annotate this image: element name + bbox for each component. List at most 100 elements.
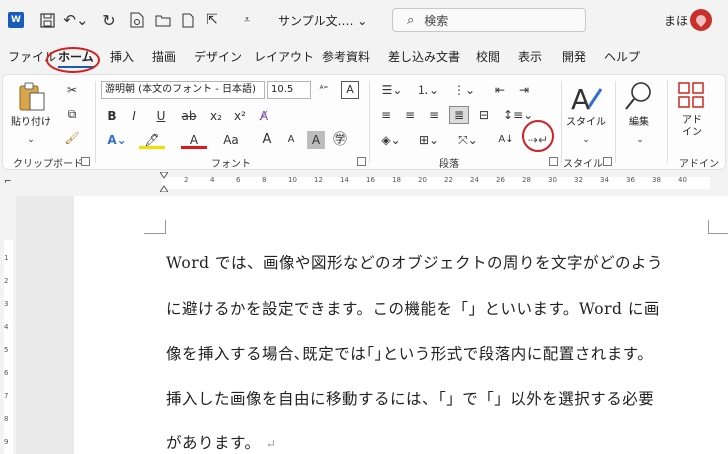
new-document-icon[interactable] xyxy=(180,11,196,29)
ruler-number: 32 xyxy=(574,176,583,184)
superscript-button[interactable]: x² xyxy=(231,107,249,125)
font-group-label: フォント xyxy=(211,159,251,170)
editing-icon[interactable] xyxy=(623,79,655,113)
styles-launcher-icon[interactable] xyxy=(603,157,612,166)
tab-insert[interactable]: 挿入 xyxy=(110,48,134,65)
paste-dropdown-icon[interactable]: ⌄ xyxy=(21,131,41,149)
enclose-char-icon[interactable]: ㊫ xyxy=(331,131,349,149)
tab-mailings[interactable]: 差し込み文書 xyxy=(388,48,460,65)
paragraph-launcher-icon[interactable] xyxy=(549,157,558,166)
bold-button[interactable]: B xyxy=(105,107,119,125)
print-preview-icon[interactable] xyxy=(128,11,146,29)
shading-icon[interactable]: ◈⌄ xyxy=(377,131,405,149)
italic-button[interactable]: I xyxy=(127,107,141,125)
body-line-2[interactable]: に避けるかを設定できます。この機能を「」といいます。Word に画 xyxy=(166,297,660,319)
strikethrough-button[interactable]: ab xyxy=(179,107,199,125)
addins-label[interactable]: アド イン xyxy=(679,115,705,139)
font-size-select[interactable]: 10.5 xyxy=(267,81,311,99)
clipboard-group-label: クリップボード xyxy=(13,159,83,170)
shrink-font-button[interactable]: A xyxy=(283,131,299,149)
change-case-button[interactable]: Aa xyxy=(217,131,245,149)
tab-draw[interactable]: 描画 xyxy=(152,48,176,65)
increase-indent-icon[interactable]: ⇥ xyxy=(515,81,533,99)
text-effects-icon[interactable]: A⌄ xyxy=(103,131,131,149)
tab-selector-icon[interactable]: ⌐ xyxy=(4,177,12,187)
tab-file[interactable]: ファイル xyxy=(8,48,56,65)
editing-dropdown-icon[interactable]: ⌄ xyxy=(631,131,649,149)
styles-icon[interactable]: A xyxy=(569,81,603,116)
ruler-number: 22 xyxy=(444,176,453,184)
ruler-number: 18 xyxy=(392,176,401,184)
align-left-icon[interactable]: ≡ xyxy=(377,106,395,124)
clear-format-icon[interactable]: A̸ xyxy=(255,107,273,125)
char-shading-button[interactable]: A xyxy=(307,131,325,149)
font-color-button[interactable]: A xyxy=(181,131,207,149)
paste-icon[interactable] xyxy=(17,81,49,115)
select-cursor-icon[interactable]: ⇱ xyxy=(204,11,220,29)
styles-dropdown-icon[interactable]: ⌄ xyxy=(577,131,595,149)
vruler-number: 1 xyxy=(4,254,9,262)
addins-icon[interactable] xyxy=(677,81,707,111)
divider xyxy=(369,81,370,163)
distributed-icon[interactable]: ⊟ xyxy=(475,106,493,124)
tab-help[interactable]: ヘルプ xyxy=(604,48,640,65)
subscript-button[interactable]: x₂ xyxy=(207,107,225,125)
underline-button[interactable]: U xyxy=(149,107,173,125)
redo-icon[interactable]: ↻ xyxy=(100,11,118,30)
customize-toolbar-icon[interactable]: ⩡ xyxy=(240,11,254,29)
vertical-ruler[interactable]: 1 2 3 4 5 6 7 8 9 xyxy=(0,196,16,454)
grow-font-button[interactable]: A xyxy=(259,131,275,149)
tab-home[interactable]: ホーム xyxy=(58,48,94,68)
tab-developer[interactable]: 開発 xyxy=(562,48,586,65)
align-center-icon[interactable]: ≡ xyxy=(401,106,419,124)
tab-references[interactable]: 参考資料 xyxy=(322,48,370,65)
tab-review[interactable]: 校閲 xyxy=(476,48,500,65)
undo-icon[interactable]: ↶⌄ xyxy=(62,11,90,29)
char-border-icon[interactable]: A xyxy=(341,81,359,99)
body-line-1[interactable]: Word では、画像や図形などのオブジェクトの周りを文字がどのよう xyxy=(166,251,663,273)
format-painter-icon[interactable]: 🖌 xyxy=(63,129,81,147)
body-line-3[interactable]: 像を挿入する場合､既定では｢｣という形式で段落内に配置されます。 xyxy=(166,342,653,364)
align-right-icon[interactable]: ≡ xyxy=(425,106,443,124)
tab-view[interactable]: 表示 xyxy=(518,48,542,65)
horizontal-ruler[interactable]: ⌐ 2 4 6 8 10 12 14 16 18 20 22 24 26 28 30 32 34 36 38 40 xyxy=(0,171,728,193)
tab-layout[interactable]: レイアウト xyxy=(254,48,314,65)
vruler-number: 5 xyxy=(4,346,9,354)
justify-icon[interactable]: ≣ xyxy=(449,106,469,124)
search-placeholder: 検索 xyxy=(424,13,449,28)
save-icon[interactable] xyxy=(38,11,56,29)
ruler-number: 36 xyxy=(626,176,635,184)
clipboard-launcher-icon[interactable] xyxy=(81,157,90,166)
indent-marker-icon[interactable] xyxy=(159,171,169,193)
open-folder-icon[interactable] xyxy=(154,11,172,29)
cut-icon[interactable]: ✂ xyxy=(63,81,81,99)
document-page[interactable] xyxy=(74,196,728,454)
font-name-select[interactable]: 游明朝 (本文のフォント - 日本語) xyxy=(101,81,265,99)
body-line-4[interactable]: 挿入した画像を自由に移動するには、「」で「」以外を選択する必要 xyxy=(166,387,654,409)
multilevel-list-icon[interactable]: ⋮⌄ xyxy=(449,81,479,99)
copy-icon[interactable]: ⧉ xyxy=(63,105,81,123)
decrease-indent-icon[interactable]: ⇤ xyxy=(491,81,509,99)
paragraph-mark-icon: ↵ xyxy=(265,437,277,451)
numbering-icon[interactable]: ⒈⌄ xyxy=(413,81,443,99)
font-launcher-icon[interactable] xyxy=(357,157,366,166)
document-title[interactable]: サンプル文.… ⌄ xyxy=(278,12,367,29)
paste-label[interactable]: 貼り付け xyxy=(9,117,53,129)
bullets-icon[interactable]: ☰⌄ xyxy=(377,81,407,99)
asian-layout-icon[interactable]: ⤧⌄ xyxy=(453,131,483,149)
borders-icon[interactable]: ⊞⌄ xyxy=(415,131,443,149)
ruler-number: 24 xyxy=(470,176,479,184)
highlight-button[interactable]: 🖊 xyxy=(139,131,165,149)
user-name[interactable]: まほ xyxy=(664,12,688,29)
sort-icon[interactable]: A↓ xyxy=(497,131,515,149)
line-spacing-icon[interactable]: ↕≡⌄ xyxy=(503,106,533,124)
styles-label[interactable]: スタイル xyxy=(563,117,609,129)
body-line-5[interactable]: があります。 ↵ xyxy=(166,431,276,453)
editing-label[interactable]: 編集 xyxy=(621,117,657,129)
divider xyxy=(615,81,616,163)
styles-group-label: スタイル xyxy=(563,159,603,170)
search-input[interactable]: ⌕ 検索 xyxy=(392,8,586,32)
grow-shrink-icon[interactable]: ᴬ⁼ xyxy=(315,81,333,99)
avatar[interactable] xyxy=(690,9,712,31)
tab-design[interactable]: デザイン xyxy=(194,48,242,65)
